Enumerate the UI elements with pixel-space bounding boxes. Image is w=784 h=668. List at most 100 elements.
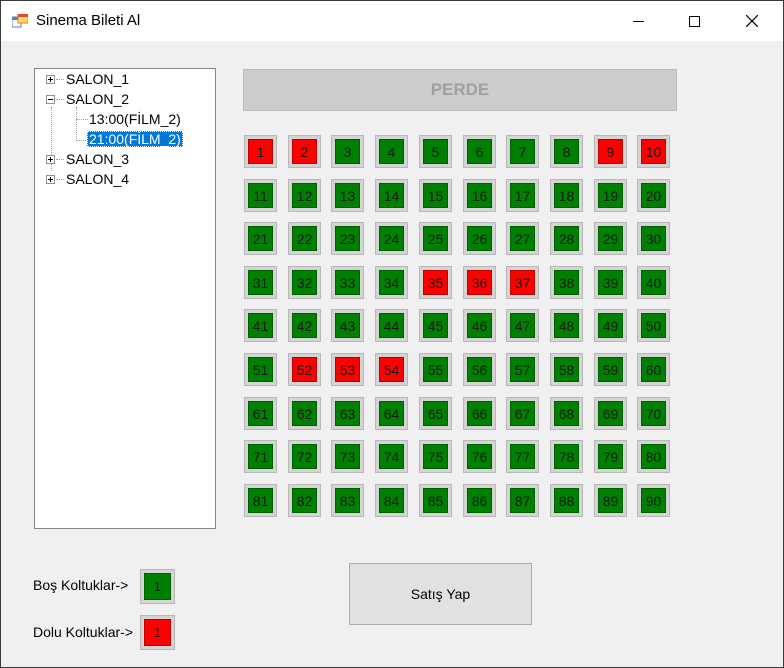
- seat-button[interactable]: 40: [637, 266, 670, 299]
- seat-button[interactable]: 11: [244, 179, 277, 212]
- sell-ticket-button[interactable]: Satış Yap: [349, 563, 532, 625]
- seat-button[interactable]: 6: [463, 135, 496, 168]
- seat-button[interactable]: 83: [331, 484, 364, 517]
- tree-node-session-2100[interactable]: 21:00(FİLM_2): [87, 130, 183, 149]
- expand-plus-icon[interactable]: [46, 75, 55, 84]
- seat-button[interactable]: 33: [331, 266, 364, 299]
- seat-button[interactable]: 9: [594, 135, 627, 168]
- seat-button[interactable]: 42: [288, 309, 321, 342]
- seat-button[interactable]: 53: [331, 353, 364, 386]
- seat-button[interactable]: 68: [550, 397, 583, 430]
- seat-button[interactable]: 63: [331, 397, 364, 430]
- seat-button[interactable]: 10: [637, 135, 670, 168]
- seat-button[interactable]: 45: [419, 309, 452, 342]
- tree-node-session-1300[interactable]: 13:00(FİLM_2): [89, 109, 181, 129]
- seat-button[interactable]: 79: [594, 440, 627, 473]
- seat-button[interactable]: 17: [506, 179, 539, 212]
- seat-button[interactable]: 82: [288, 484, 321, 517]
- seat-button[interactable]: 90: [637, 484, 670, 517]
- seat-button[interactable]: 70: [637, 397, 670, 430]
- seat-button[interactable]: 29: [594, 222, 627, 255]
- seat-button[interactable]: 86: [463, 484, 496, 517]
- seat-button[interactable]: 59: [594, 353, 627, 386]
- seat-button[interactable]: 25: [419, 222, 452, 255]
- seat-button[interactable]: 72: [288, 440, 321, 473]
- seat-button[interactable]: 5: [419, 135, 452, 168]
- seat-button[interactable]: 49: [594, 309, 627, 342]
- seat-button[interactable]: 28: [550, 222, 583, 255]
- seat-button[interactable]: 64: [375, 397, 408, 430]
- close-button[interactable]: [729, 1, 775, 41]
- seat-button[interactable]: 36: [463, 266, 496, 299]
- seat-button[interactable]: 8: [550, 135, 583, 168]
- seat-button[interactable]: 21: [244, 222, 277, 255]
- seat-button[interactable]: 24: [375, 222, 408, 255]
- seat-button[interactable]: 58: [550, 353, 583, 386]
- seat-button[interactable]: 80: [637, 440, 670, 473]
- seat-button[interactable]: 87: [506, 484, 539, 517]
- seat-button[interactable]: 44: [375, 309, 408, 342]
- seat-button[interactable]: 4: [375, 135, 408, 168]
- seat-button[interactable]: 14: [375, 179, 408, 212]
- hall-session-tree[interactable]: SALON_1 SALON_2 13:00(FİLM_2) 21:00(FİLM…: [34, 68, 216, 529]
- seat-button[interactable]: 12: [288, 179, 321, 212]
- seat-button[interactable]: 43: [331, 309, 364, 342]
- seat-button[interactable]: 30: [637, 222, 670, 255]
- seat-button[interactable]: 38: [550, 266, 583, 299]
- seat-button[interactable]: 13: [331, 179, 364, 212]
- seat-button[interactable]: 50: [637, 309, 670, 342]
- seat-button[interactable]: 23: [331, 222, 364, 255]
- seat-button[interactable]: 60: [637, 353, 670, 386]
- seat-button[interactable]: 56: [463, 353, 496, 386]
- minimize-button[interactable]: [615, 1, 661, 41]
- seat-button[interactable]: 48: [550, 309, 583, 342]
- seat-button[interactable]: 1: [244, 135, 277, 168]
- seat-button[interactable]: 15: [419, 179, 452, 212]
- seat-button[interactable]: 20: [637, 179, 670, 212]
- seat-button[interactable]: 18: [550, 179, 583, 212]
- seat-button[interactable]: 77: [506, 440, 539, 473]
- seat-button[interactable]: 62: [288, 397, 321, 430]
- seat-button[interactable]: 7: [506, 135, 539, 168]
- seat-button[interactable]: 47: [506, 309, 539, 342]
- expand-plus-icon[interactable]: [46, 155, 55, 164]
- seat-button[interactable]: 46: [463, 309, 496, 342]
- seat-button[interactable]: 57: [506, 353, 539, 386]
- seat-button[interactable]: 78: [550, 440, 583, 473]
- seat-button[interactable]: 84: [375, 484, 408, 517]
- seat-button[interactable]: 85: [419, 484, 452, 517]
- seat-button[interactable]: 2: [288, 135, 321, 168]
- seat-button[interactable]: 54: [375, 353, 408, 386]
- seat-button[interactable]: 19: [594, 179, 627, 212]
- seat-button[interactable]: 41: [244, 309, 277, 342]
- seat-button[interactable]: 31: [244, 266, 277, 299]
- seat-button[interactable]: 51: [244, 353, 277, 386]
- seat-button[interactable]: 89: [594, 484, 627, 517]
- seat-button[interactable]: 73: [331, 440, 364, 473]
- seat-button[interactable]: 27: [506, 222, 539, 255]
- seat-button[interactable]: 88: [550, 484, 583, 517]
- seat-button[interactable]: 26: [463, 222, 496, 255]
- expand-plus-icon[interactable]: [46, 175, 55, 184]
- seat-button[interactable]: 71: [244, 440, 277, 473]
- seat-button[interactable]: 65: [419, 397, 452, 430]
- seat-button[interactable]: 69: [594, 397, 627, 430]
- seat-button[interactable]: 61: [244, 397, 277, 430]
- maximize-button[interactable]: [671, 1, 717, 41]
- seat-button[interactable]: 32: [288, 266, 321, 299]
- seat-button[interactable]: 39: [594, 266, 627, 299]
- collapse-minus-icon[interactable]: [46, 95, 55, 104]
- seat-button[interactable]: 37: [506, 266, 539, 299]
- seat-button[interactable]: 16: [463, 179, 496, 212]
- seat-button[interactable]: 22: [288, 222, 321, 255]
- seat-button[interactable]: 52: [288, 353, 321, 386]
- seat-button[interactable]: 81: [244, 484, 277, 517]
- seat-button[interactable]: 67: [506, 397, 539, 430]
- seat-button[interactable]: 55: [419, 353, 452, 386]
- seat-button[interactable]: 74: [375, 440, 408, 473]
- seat-button[interactable]: 75: [419, 440, 452, 473]
- seat-button[interactable]: 3: [331, 135, 364, 168]
- seat-button[interactable]: 66: [463, 397, 496, 430]
- seat-button[interactable]: 35: [419, 266, 452, 299]
- seat-button[interactable]: 76: [463, 440, 496, 473]
